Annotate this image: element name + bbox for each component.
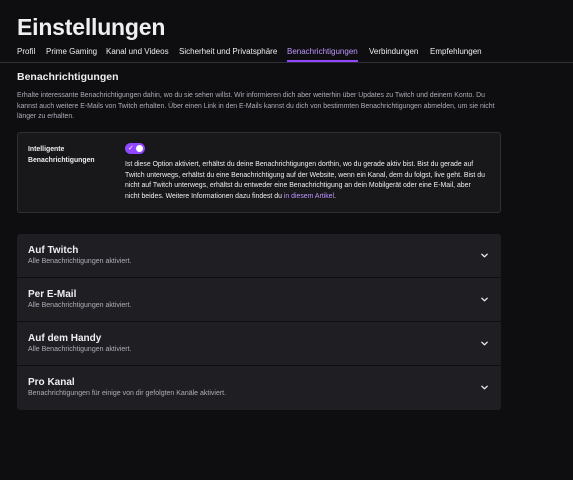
channel-title: Auf Twitch bbox=[28, 245, 79, 256]
settings-tabs: Profil Prime Gaming Kanal und Videos Sic… bbox=[17, 47, 573, 62]
tabs-divider bbox=[0, 62, 573, 63]
toggle-knob bbox=[136, 145, 143, 152]
channel-title: Auf dem Handy bbox=[28, 333, 102, 344]
channel-subtitle: Benachrichtigungen für einige von dir ge… bbox=[28, 390, 227, 397]
channel-auf-dem-handy[interactable]: Auf dem Handy Alle Benachrichtigungen ak… bbox=[17, 322, 501, 366]
check-icon: ✓ bbox=[128, 145, 134, 152]
help-article-link[interactable]: in diesem Artikel bbox=[284, 193, 334, 200]
channel-subtitle: Alle Benachrichtigungen aktiviert. bbox=[28, 346, 132, 353]
channel-auf-twitch[interactable]: Auf Twitch Alle Benachrichtigungen aktiv… bbox=[17, 234, 501, 278]
section-heading: Benachrichtigungen bbox=[17, 71, 119, 83]
channel-subtitle: Alle Benachrichtigungen aktiviert. bbox=[28, 258, 132, 265]
tab-benachrichtigungen[interactable]: Benachrichtigungen bbox=[287, 47, 358, 62]
notification-channels: Auf Twitch Alle Benachrichtigungen aktiv… bbox=[17, 234, 501, 410]
tab-empfehlungen[interactable]: Empfehlungen bbox=[430, 47, 482, 62]
chevron-down-icon[interactable] bbox=[480, 339, 489, 348]
tab-kanal-und-videos[interactable]: Kanal und Videos bbox=[106, 47, 169, 62]
page-title: Einstellungen bbox=[17, 14, 166, 40]
channel-title: Per E-Mail bbox=[28, 289, 77, 300]
smart-notifications-label: Intelligente Benachrichtigungen bbox=[28, 146, 95, 164]
tab-prime-gaming[interactable]: Prime Gaming bbox=[46, 47, 97, 62]
smart-notifications-toggle[interactable]: ✓ bbox=[125, 143, 145, 154]
chevron-down-icon[interactable] bbox=[480, 251, 489, 260]
tab-sicherheit-und-privatsphaere[interactable]: Sicherheit und Privatsphäre bbox=[179, 47, 277, 62]
channel-per-e-mail[interactable]: Per E-Mail Alle Benachrichtigungen aktiv… bbox=[17, 278, 501, 322]
chevron-down-icon[interactable] bbox=[480, 295, 489, 304]
chevron-down-icon[interactable] bbox=[480, 383, 489, 392]
smart-notifications-suffix: . bbox=[334, 192, 336, 200]
section-description: Erhalte interessante Benachrichtigungen … bbox=[17, 92, 495, 121]
channel-title: Pro Kanal bbox=[28, 377, 75, 388]
smart-notifications-description: Ist diese Option aktiviert, erhältst du … bbox=[125, 160, 487, 202]
channel-subtitle: Alle Benachrichtigungen aktiviert. bbox=[28, 302, 132, 309]
tab-verbindungen[interactable]: Verbindungen bbox=[369, 47, 418, 62]
tab-profil[interactable]: Profil bbox=[17, 47, 35, 62]
smart-notifications-card: Intelligente Benachrichtigungen ✓ Ist di… bbox=[17, 132, 501, 213]
channel-pro-kanal[interactable]: Pro Kanal Benachrichtigungen für einige … bbox=[17, 366, 501, 410]
